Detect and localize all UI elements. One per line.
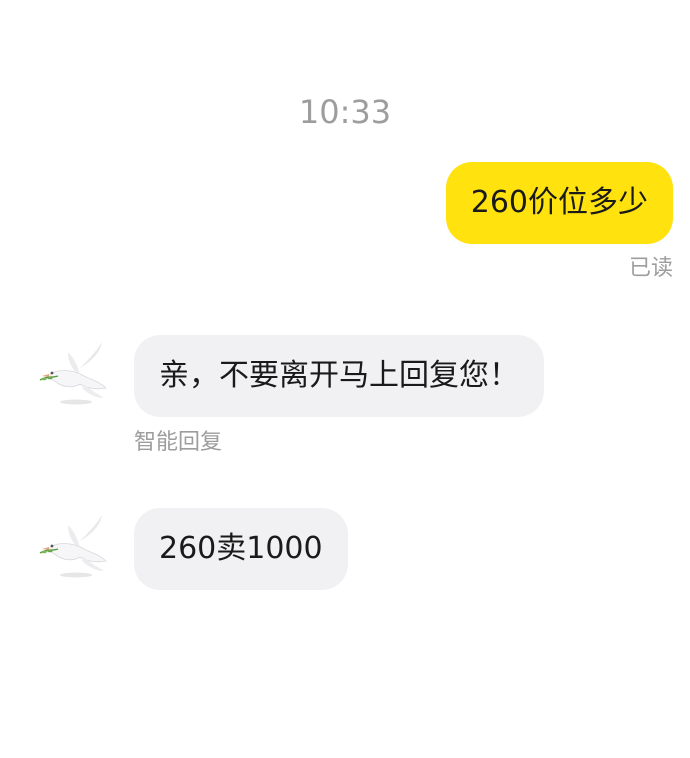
incoming-message-bubble[interactable]: 亲，不要离开马上回复您！ <box>134 335 544 417</box>
read-status: 已读 <box>628 256 673 281</box>
dove-avatar-icon[interactable] <box>38 511 112 581</box>
dove-avatar-icon[interactable] <box>38 338 112 408</box>
incoming-message-bubble[interactable]: 260卖1000 <box>134 508 348 590</box>
outgoing-message-bubble[interactable]: 260价位多少 <box>445 162 673 244</box>
smart-reply-label: 智能回复 <box>134 430 223 455</box>
message-timestamp: 10:33 <box>298 93 392 131</box>
